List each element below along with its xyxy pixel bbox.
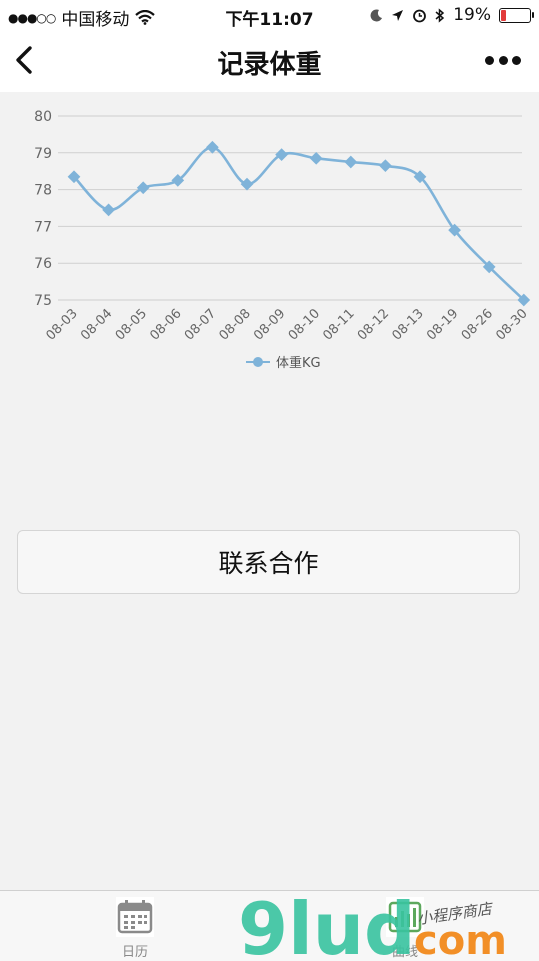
x-tick-label: 08-30 [493,306,530,343]
watermark-logo: 9lud com 小程序商店 [238,888,507,960]
y-tick-label: 80 [34,109,52,125]
x-tick-label: 08-13 [390,306,427,343]
data-point [206,140,219,154]
x-tick-label: 08-12 [355,306,392,343]
data-point [102,203,115,217]
location-arrow-icon [392,9,404,21]
data-point [379,159,392,173]
moon-icon [370,8,383,21]
x-tick-label: 08-19 [424,306,461,343]
y-tick-label: 76 [34,256,52,272]
legend-label: 体重KG [276,355,321,371]
x-tick-label: 08-10 [286,306,323,343]
tab-calendar-label: 日历 [121,945,148,960]
battery-icon [499,7,534,23]
alarm-icon [413,9,427,22]
data-point [344,155,358,169]
nav-bar: 记录体重 [0,30,539,92]
data-point [240,177,254,191]
series-line [73,145,525,301]
y-tick-label: 75 [34,293,52,309]
y-tick-label: 79 [34,146,52,162]
data-point [309,151,323,165]
y-tick-label: 77 [34,219,52,235]
x-tick-label: 08-26 [459,306,496,343]
x-tick-label: 08-08 [217,306,254,343]
page-title: 记录体重 [217,50,322,80]
status-bar: ●●●○○ 中国移动 下午11:07 19% [0,0,539,30]
x-tick-label: 08-03 [44,306,81,343]
battery-percent: 19% [453,5,491,25]
contact-button[interactable]: 联系合作 [17,530,520,594]
calendar-icon [116,897,154,937]
weight-line-chart: 80797877767508-0308-0408-0508-0608-0708-… [34,109,530,371]
legend-marker [253,357,263,367]
more-icon[interactable] [485,52,521,68]
bluetooth-icon [435,7,445,23]
x-tick-label: 08-06 [147,306,184,343]
tab-calendar[interactable]: 日历 [95,895,175,960]
x-tick-label: 08-04 [78,306,115,343]
x-tick-label: 08-07 [182,306,219,343]
x-tick-label: 08-05 [113,306,150,343]
data-point [136,181,150,195]
svg-text:9lud: 9lud [238,888,416,960]
y-tick-label: 78 [34,183,52,199]
x-tick-label: 08-11 [320,306,357,343]
x-tick-label: 08-09 [251,306,288,343]
